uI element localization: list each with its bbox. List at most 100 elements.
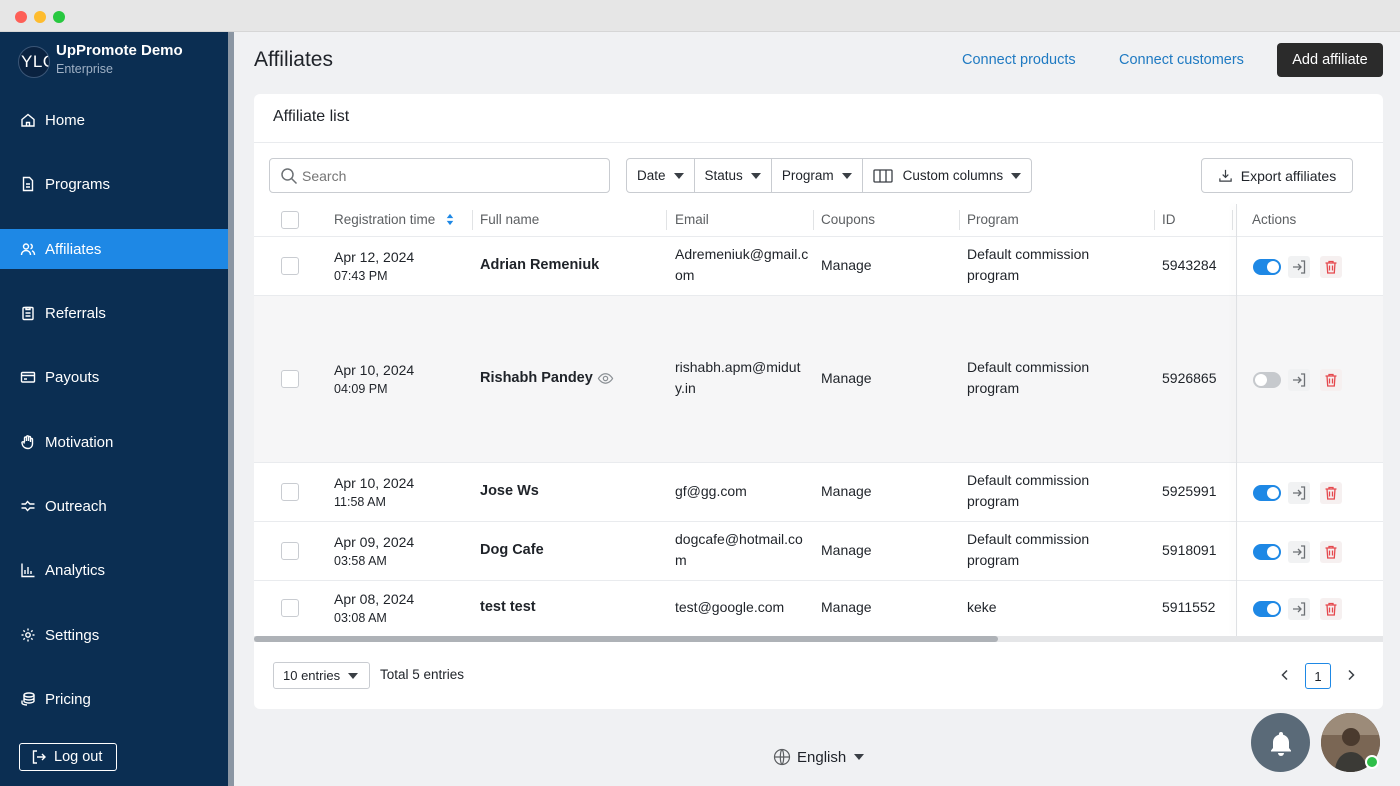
delete-affiliate-button[interactable] bbox=[1320, 541, 1342, 563]
minimize-window-button[interactable] bbox=[34, 11, 46, 23]
caret-down-icon bbox=[348, 672, 359, 679]
status-toggle[interactable] bbox=[1253, 485, 1281, 501]
column-registration-time[interactable]: Registration time bbox=[334, 204, 455, 236]
document-icon bbox=[19, 175, 37, 193]
status-toggle[interactable] bbox=[1253, 544, 1281, 560]
brand[interactable]: YLC UpPromote Demo Enterprise bbox=[18, 42, 223, 82]
row-checkbox[interactable] bbox=[281, 257, 299, 275]
coupons-manage-link[interactable]: Manage bbox=[821, 540, 872, 561]
connect-products-link[interactable]: Connect products bbox=[962, 52, 1076, 68]
filter-group: Date Status Program Custom columns bbox=[626, 158, 1033, 193]
sidebar-item-settings[interactable]: Settings bbox=[0, 615, 228, 655]
delete-affiliate-button[interactable] bbox=[1320, 256, 1342, 278]
sidebar-item-pricing[interactable]: Pricing bbox=[0, 679, 228, 719]
row-checkbox[interactable] bbox=[281, 599, 299, 617]
add-affiliate-button[interactable]: Add affiliate bbox=[1277, 43, 1383, 77]
divider bbox=[254, 142, 1383, 143]
users-icon bbox=[19, 240, 37, 258]
login-as-affiliate-button[interactable] bbox=[1288, 541, 1310, 563]
date-filter-label: Date bbox=[637, 168, 666, 183]
column-label: Registration time bbox=[334, 212, 436, 227]
language-selector[interactable]: English bbox=[773, 748, 865, 766]
brand-logo: YLC bbox=[18, 46, 50, 78]
caret-down-icon bbox=[854, 754, 865, 760]
column-separator bbox=[959, 210, 960, 230]
online-status-indicator bbox=[1365, 755, 1379, 769]
sidebar-item-label: Analytics bbox=[45, 561, 106, 579]
entries-per-page-select[interactable]: 10 entries bbox=[273, 662, 370, 689]
sidebar-item-home[interactable]: Home bbox=[0, 100, 228, 140]
status-toggle[interactable] bbox=[1253, 259, 1281, 275]
sidebar-item-referrals[interactable]: Referrals bbox=[0, 293, 228, 333]
sidebar-item-label: Home bbox=[45, 111, 86, 129]
login-as-affiliate-button[interactable] bbox=[1288, 369, 1310, 391]
status-filter[interactable]: Status bbox=[695, 159, 772, 192]
sidebar-item-affiliates[interactable]: Affiliates bbox=[0, 229, 228, 269]
affiliate-name[interactable]: Dog Cafe bbox=[480, 540, 544, 561]
affiliate-program: Default commission program bbox=[967, 246, 1090, 283]
export-affiliates-button[interactable]: Export affiliates bbox=[1201, 158, 1353, 193]
status-toggle[interactable] bbox=[1253, 601, 1281, 617]
connect-customers-link[interactable]: Connect customers bbox=[1119, 52, 1244, 68]
sidebar-item-outreach[interactable]: Outreach bbox=[0, 486, 228, 526]
notifications-button[interactable] bbox=[1251, 713, 1310, 772]
select-all-checkbox[interactable] bbox=[281, 211, 299, 229]
affiliate-name[interactable]: Jose Ws bbox=[480, 481, 539, 502]
sidebar-item-payouts[interactable]: Payouts bbox=[0, 357, 228, 397]
login-as-affiliate-button[interactable] bbox=[1288, 598, 1310, 620]
login-as-affiliate-button[interactable] bbox=[1288, 482, 1310, 504]
delete-affiliate-button[interactable] bbox=[1320, 369, 1342, 391]
registration-date: Apr 12, 2024 bbox=[334, 249, 415, 265]
login-icon bbox=[1293, 545, 1306, 559]
delete-affiliate-button[interactable] bbox=[1320, 482, 1342, 504]
column-coupons: Coupons bbox=[821, 212, 876, 227]
row-checkbox[interactable] bbox=[281, 542, 299, 560]
row-checkbox[interactable] bbox=[281, 483, 299, 501]
close-window-button[interactable] bbox=[15, 11, 27, 23]
next-page-button[interactable] bbox=[1341, 665, 1361, 685]
coupons-manage-link[interactable]: Manage bbox=[821, 255, 872, 276]
search-box[interactable] bbox=[269, 158, 610, 193]
affiliate-email: rishabh.apm@miduty.in bbox=[675, 359, 801, 396]
affiliate-id: 5918091 bbox=[1162, 542, 1217, 558]
sidebar-item-analytics[interactable]: Analytics bbox=[0, 550, 228, 590]
affiliate-name[interactable]: Adrian Remeniuk bbox=[480, 255, 599, 276]
table-row: Apr 08, 2024 03:08 AM test test test@goo… bbox=[254, 580, 1383, 636]
caret-down-icon bbox=[1011, 172, 1022, 179]
window-titlebar bbox=[0, 0, 1400, 32]
date-filter[interactable]: Date bbox=[627, 159, 695, 192]
affiliate-name-text: Dog Cafe bbox=[480, 542, 544, 558]
sidebar-item-label: Outreach bbox=[45, 497, 107, 515]
logout-button[interactable]: Log out bbox=[19, 743, 117, 771]
horizontal-scrollbar-thumb[interactable] bbox=[254, 636, 998, 642]
brand-name: UpPromote Demo bbox=[56, 42, 183, 59]
row-checkbox[interactable] bbox=[281, 370, 299, 388]
maximize-window-button[interactable] bbox=[53, 11, 65, 23]
coupons-manage-link[interactable]: Manage bbox=[821, 368, 872, 389]
sidebar-item-motivation[interactable]: Motivation bbox=[0, 422, 228, 462]
brand-plan: Enterprise bbox=[56, 62, 113, 76]
sidebar-item-programs[interactable]: Programs bbox=[0, 164, 228, 204]
logout-label: Log out bbox=[54, 749, 103, 765]
previous-page-button[interactable] bbox=[1275, 665, 1295, 685]
coupons-manage-link[interactable]: Manage bbox=[821, 481, 872, 502]
page-1-button[interactable]: 1 bbox=[1305, 663, 1331, 689]
delete-affiliate-button[interactable] bbox=[1320, 598, 1342, 620]
table-header: Registration time Full name Email Coupon… bbox=[254, 204, 1383, 236]
registration-time: 03:08 AM bbox=[334, 611, 387, 625]
affiliate-program: Default commission program bbox=[967, 359, 1090, 396]
coupons-manage-link[interactable]: Manage bbox=[821, 597, 872, 618]
table-row: Apr 10, 2024 04:09 PM Rishabh Pandey ris… bbox=[254, 295, 1383, 462]
eye-icon[interactable] bbox=[597, 370, 614, 387]
affiliate-name[interactable]: test test bbox=[480, 597, 536, 618]
login-icon bbox=[1293, 260, 1306, 274]
search-input[interactable] bbox=[302, 167, 592, 184]
login-icon bbox=[1293, 373, 1306, 387]
program-filter[interactable]: Program bbox=[772, 159, 863, 192]
custom-columns-label: Custom columns bbox=[902, 168, 1004, 183]
custom-columns-button[interactable]: Custom columns bbox=[863, 159, 1032, 192]
login-as-affiliate-button[interactable] bbox=[1288, 256, 1310, 278]
status-toggle[interactable] bbox=[1253, 372, 1281, 388]
affiliate-name[interactable]: Rishabh Pandey bbox=[480, 368, 614, 389]
export-label: Export affiliates bbox=[1240, 167, 1337, 184]
